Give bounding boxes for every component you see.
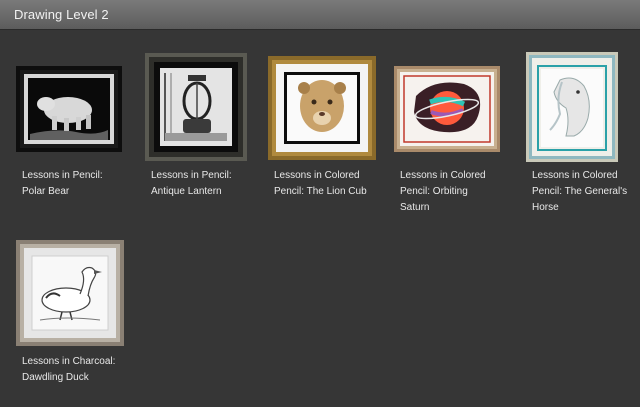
polar-bear-thumbnail[interactable] bbox=[16, 66, 122, 152]
section-title: Drawing Level 2 bbox=[14, 7, 109, 22]
lesson-title[interactable]: Lessons in Colored Pencil: Orbiting Saturn bbox=[400, 168, 508, 216]
orbiting-saturn-thumbnail[interactable] bbox=[394, 66, 500, 152]
antique-lantern-thumbnail[interactable] bbox=[145, 53, 247, 161]
section-header: Drawing Level 2 bbox=[0, 0, 640, 30]
generals-horse-thumbnail[interactable] bbox=[526, 52, 618, 162]
lesson-title[interactable]: Lessons in Colored Pencil: The Lion Cub bbox=[274, 168, 382, 200]
lion-cub-thumbnail[interactable] bbox=[268, 56, 376, 160]
lesson-title[interactable]: Lessons in Charcoal: Dawdling Duck bbox=[22, 354, 130, 386]
lesson-title[interactable]: Lessons in Colored Pencil: The General's H… bbox=[532, 168, 640, 216]
lesson-title[interactable]: Lessons in Pencil: Polar Bear bbox=[22, 168, 130, 200]
dawdling-duck-thumbnail[interactable] bbox=[16, 240, 124, 346]
lesson-title[interactable]: Lessons in Pencil: Antique Lantern bbox=[151, 168, 259, 200]
